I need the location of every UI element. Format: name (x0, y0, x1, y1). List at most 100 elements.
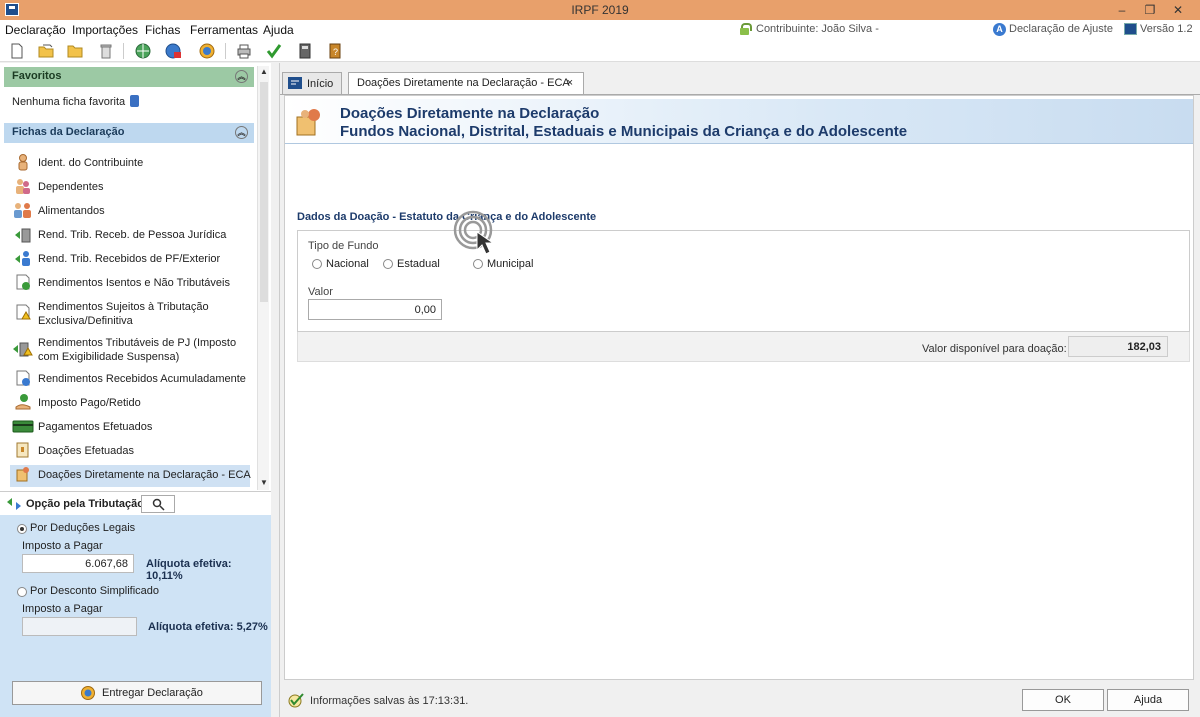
version-icon (1124, 23, 1137, 35)
disponivel-value: 182,03 (1068, 336, 1168, 357)
tab-eca-label: Doações Diretamente na Declaração - ECA (357, 77, 570, 89)
declaracao-type-label: Declaração de Ajuste (1009, 23, 1113, 35)
sidebar-item-pagamentos[interactable]: Pagamentos Efetuados (10, 417, 250, 439)
trash-icon[interactable] (97, 42, 115, 60)
dependents-icon (16, 179, 30, 194)
collapse-icon[interactable]: ︽ (235, 70, 248, 83)
valor-input[interactable]: 0,00 (308, 299, 442, 320)
favoritos-empty-text: Nenhuma ficha favorita (12, 96, 126, 108)
menu-bar: Declaração Importações Fichas Ferramenta… (0, 20, 1200, 40)
pin-icon (130, 95, 139, 107)
arrows-icon (7, 498, 21, 510)
tipo-fundo-label: Tipo de Fundo (308, 240, 379, 252)
restore-button[interactable]: ❐ (1136, 0, 1164, 20)
sidebar-item-doacoes-efetuadas[interactable]: Doações Efetuadas (10, 441, 250, 463)
print-icon[interactable] (235, 42, 253, 60)
sidebar-item-rend-pf-exterior[interactable]: Rend. Trib. Recebidos de PF/Exterior (10, 249, 250, 271)
radio-municipal[interactable] (473, 259, 483, 269)
fichas-header[interactable]: Fichas da Declaração ︽ (4, 123, 254, 143)
fichas-scrollbar[interactable]: ▲ ▼ (257, 66, 269, 490)
sidebar-item-exigibilidade-suspensa[interactable]: Rendimentos Tributáveis de PJ (Imposto c… (10, 333, 250, 365)
sidebar-item-acumuladamente[interactable]: Rendimentos Recebidos Acumuladamente (10, 369, 250, 391)
doc-check-icon (16, 274, 30, 290)
opcao-search-button[interactable] (141, 495, 175, 513)
sidebar-item-rend-pj[interactable]: Rend. Trib. Receb. de Pessoa Jurídica (10, 225, 250, 247)
book-icon[interactable]: ? (326, 42, 344, 60)
globe-send-icon[interactable] (198, 42, 216, 60)
globe-transmit-icon[interactable] (164, 42, 182, 60)
home-icon (288, 77, 302, 89)
version-label: Versão 1.2 (1140, 23, 1193, 35)
opcao-tributacao-label: Opção pela Tributação: (26, 498, 148, 510)
scroll-up-icon[interactable]: ▲ (258, 66, 270, 78)
opcao-tributacao-bar: Opção pela Tributação: (0, 491, 271, 515)
declaracao-type-icon: A (993, 23, 1006, 36)
sidebar-item-alimentandos[interactable]: Alimentandos (10, 201, 250, 223)
collapse-icon[interactable]: ︽ (235, 126, 248, 139)
sidebar-item-imposto-pago[interactable]: Imposto Pago/Retido (10, 393, 250, 415)
disponivel-bar: Valor disponível para doação: 182,03 (297, 332, 1190, 362)
sidebar-item-ident-contribuinte[interactable]: Ident. do Contribuinte (10, 153, 250, 175)
person-icon (18, 154, 28, 171)
fichas-title: Fichas da Declaração (12, 126, 125, 138)
menu-ferramentas[interactable]: Ferramentas (190, 23, 258, 37)
globe-receita-icon[interactable] (134, 42, 152, 60)
entregar-label: Entregar Declaração (102, 687, 203, 699)
radio-nacional[interactable] (312, 259, 322, 269)
open-folder-icon[interactable] (37, 42, 55, 60)
globe-send-icon (81, 686, 95, 700)
dados-doacao-box: Tipo de Fundo Nacional Estadual Municipa… (297, 230, 1190, 332)
contribuinte-label: Contribuinte: João Silva - (756, 23, 879, 35)
menu-importacoes[interactable]: Importações (72, 23, 138, 37)
favoritos-title: Favoritos (12, 70, 62, 82)
favoritos-header[interactable]: Favoritos ︽ (4, 67, 254, 87)
menu-declaracao[interactable]: Declaração (5, 23, 66, 37)
menu-ajuda[interactable]: Ajuda (263, 23, 294, 37)
form-title: Doações Diretamente na Declaração (340, 105, 600, 122)
radio-desconto-simplificado[interactable] (17, 587, 27, 597)
sidebar-item-dependentes[interactable]: Dependentes (10, 177, 250, 199)
entregar-declaracao-button[interactable]: Entregar Declaração (12, 681, 262, 705)
scroll-thumb[interactable] (260, 82, 268, 302)
tab-eca[interactable]: Doações Diretamente na Declaração - ECA … (348, 72, 584, 94)
check-icon[interactable] (265, 42, 283, 60)
radio-deducoes-legais[interactable] (17, 524, 27, 534)
left-panel: Favoritos ︽ Nenhuma ficha favorita Ficha… (0, 63, 271, 717)
close-button[interactable]: ✕ (1164, 0, 1192, 20)
toolbar-separator (123, 43, 124, 59)
menu-fichas[interactable]: Fichas (145, 23, 180, 37)
ok-button[interactable]: OK (1022, 689, 1104, 711)
municipal-label: Municipal (487, 258, 534, 270)
desconto-simplificado-label: Por Desconto Simplificado (30, 585, 160, 597)
doc-warning-icon (16, 304, 31, 320)
nacional-label: Nacional (326, 258, 369, 270)
building-arrow-icon (15, 228, 31, 243)
lock-icon (740, 23, 752, 35)
content-panel: Doações Diretamente na Declaração Fundos… (284, 95, 1194, 680)
title-bar: IRPF 2019 – ❐ ✕ (0, 0, 1200, 20)
imposto-simplificado-value (22, 617, 137, 636)
ajuda-button[interactable]: Ajuda (1107, 689, 1189, 711)
radio-estadual[interactable] (383, 259, 393, 269)
folder-icon[interactable] (66, 42, 84, 60)
tab-inicio[interactable]: Início (282, 72, 342, 94)
deducoes-legais-label: Por Deduções Legais (30, 522, 136, 534)
scroll-down-icon[interactable]: ▼ (258, 477, 270, 489)
gift-doc-icon (16, 442, 29, 458)
doc-clock-icon (16, 370, 30, 386)
cursor-pointer-icon (453, 210, 495, 255)
estadual-label: Estadual (397, 258, 440, 270)
calculator-icon[interactable] (296, 42, 314, 60)
toolbar-separator (225, 43, 226, 59)
person-arrow-icon (15, 251, 30, 266)
minimize-button[interactable]: – (1108, 0, 1136, 20)
sidebar-item-tributacao-exclusiva[interactable]: Rendimentos Sujeitos à Tributação Exclus… (10, 297, 250, 329)
disponivel-label: Valor disponível para doação: (922, 343, 1067, 355)
sidebar-item-doacoes-eca[interactable]: Doações Diretamente na Declaração - ECA (10, 465, 251, 487)
tab-close-icon[interactable]: × (567, 77, 573, 89)
sidebar-item-isentos[interactable]: Rendimentos Isentos e Não Tributáveis (10, 273, 250, 295)
group-icon (14, 203, 31, 218)
main-area: Início Doações Diretamente na Declaração… (279, 63, 1200, 717)
new-file-icon[interactable] (8, 42, 26, 60)
tab-inicio-label: Início (307, 78, 334, 90)
